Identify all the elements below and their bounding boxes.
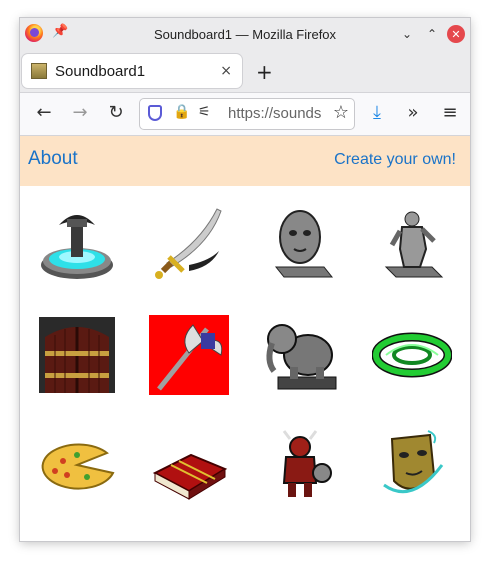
pin-icon[interactable]: 📌 bbox=[52, 24, 68, 39]
maximize-button[interactable]: ⌃ bbox=[423, 25, 441, 43]
permissions-icon[interactable]: ⚟ bbox=[198, 104, 211, 120]
overflow-menu-button[interactable]: » bbox=[401, 102, 425, 123]
tab-bar: Soundboard1 × + bbox=[20, 50, 470, 93]
red-spellbook-icon bbox=[152, 453, 228, 500]
sound-button-stone-head[interactable] bbox=[260, 205, 340, 285]
forward-button[interactable]: → bbox=[68, 102, 92, 123]
title-bar: 📌 Soundboard1 — Mozilla Firefox ⌄ ⌃ ✕ bbox=[20, 18, 470, 50]
page-header: About Create your own! bbox=[20, 136, 470, 186]
fountain-icon bbox=[41, 215, 113, 279]
create-your-own-link[interactable]: Create your own! bbox=[334, 151, 456, 169]
downloads-button[interactable]: ⤓ bbox=[365, 102, 389, 123]
elephant-statue-icon bbox=[266, 324, 337, 390]
lock-icon[interactable]: 🔒 bbox=[173, 104, 190, 120]
sound-button-spellbook[interactable] bbox=[149, 425, 229, 505]
reload-button[interactable]: ↻ bbox=[104, 102, 128, 123]
new-tab-button[interactable]: + bbox=[256, 60, 273, 84]
golden-mask-icon bbox=[383, 430, 444, 494]
app-menu-button[interactable]: ≡ bbox=[438, 102, 462, 123]
close-window-button[interactable]: ✕ bbox=[447, 25, 465, 43]
sound-button-demon[interactable] bbox=[260, 425, 340, 505]
back-button[interactable]: ← bbox=[32, 102, 56, 123]
battle-axe-icon bbox=[149, 315, 229, 395]
sound-button-elephant[interactable] bbox=[260, 315, 340, 395]
sound-button-pizza[interactable] bbox=[37, 425, 117, 505]
sound-button-door[interactable] bbox=[37, 315, 117, 395]
sound-button-scimitar[interactable] bbox=[149, 205, 229, 285]
browser-window: 📌 Soundboard1 — Mozilla Firefox ⌄ ⌃ ✕ So… bbox=[20, 18, 470, 541]
url-bar[interactable]: 🔒 ⚟ https://sounds ☆ bbox=[139, 98, 355, 130]
url-text[interactable]: https://sounds bbox=[228, 105, 321, 122]
favicon-icon bbox=[31, 63, 47, 79]
stone-head-statue-icon bbox=[274, 210, 334, 278]
sound-button-mask[interactable] bbox=[372, 425, 452, 505]
pizza-icon bbox=[41, 443, 115, 490]
scimitar-icon bbox=[155, 208, 222, 279]
sound-button-portal[interactable] bbox=[372, 315, 452, 395]
wooden-door-icon bbox=[39, 317, 115, 393]
tab-close-button[interactable]: × bbox=[220, 63, 232, 79]
tracking-protection-shield-icon[interactable] bbox=[148, 105, 162, 121]
about-link[interactable]: About bbox=[28, 148, 78, 170]
sound-button-fountain[interactable] bbox=[37, 205, 117, 285]
minimize-button[interactable]: ⌄ bbox=[398, 25, 416, 43]
green-portal-ring-icon bbox=[372, 332, 452, 378]
warrior-statue-icon bbox=[384, 211, 444, 278]
tab-soundboard1[interactable]: Soundboard1 × bbox=[22, 54, 242, 88]
firefox-logo-icon bbox=[25, 24, 43, 42]
bookmark-star-icon[interactable]: ☆ bbox=[329, 102, 349, 123]
demon-warrior-icon bbox=[282, 430, 332, 497]
sound-button-warrior-statue[interactable] bbox=[372, 205, 452, 285]
navigation-toolbar: ← → ↻ 🔒 ⚟ https://sounds ☆ ⤓ » ≡ bbox=[20, 93, 470, 136]
sound-button-axe[interactable] bbox=[149, 315, 229, 395]
tab-label: Soundboard1 bbox=[55, 62, 146, 80]
